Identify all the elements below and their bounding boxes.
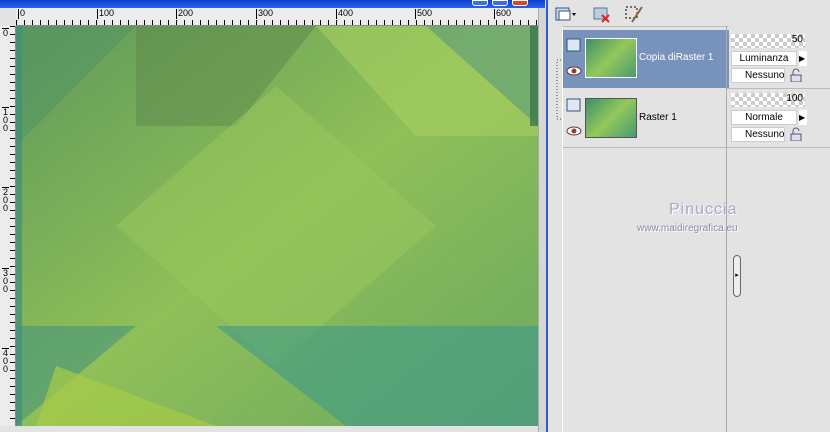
ruler-label: 300: [256, 8, 274, 19]
ruler-label: 3 0 0: [2, 268, 9, 294]
image-canvas[interactable]: [16, 26, 538, 426]
layer-thumbnail: [585, 98, 637, 138]
maximize-button[interactable]: [492, 0, 508, 6]
layer-row-copia-diraster-1[interactable]: Copia diRaster 1: [563, 30, 729, 88]
layers-panel: Copia diRaster 1 Raster 1 Pinuccia www.m…: [546, 0, 830, 432]
ruler-label: 0: [18, 8, 26, 19]
lock-icon[interactable]: [789, 68, 803, 82]
opacity-slider[interactable]: 50: [731, 34, 805, 48]
mask-select[interactable]: Nessuno: [731, 127, 785, 142]
raster-layer-icon: [566, 38, 581, 52]
mask-value: Nessuno: [745, 129, 785, 140]
ruler-label: 500: [415, 8, 433, 19]
opacity-slider[interactable]: 100: [731, 93, 805, 107]
ruler-label: 200: [176, 8, 194, 19]
mask-value: Nessuno: [745, 70, 785, 81]
ruler-label: 1 0 0: [2, 107, 9, 133]
new-layer-icon: [555, 7, 576, 21]
raster-layer-icon: [566, 98, 581, 112]
window-titlebar: [0, 0, 545, 8]
blend-mode-select[interactable]: Normale: [731, 110, 797, 125]
layer-name: Copia diRaster 1: [639, 52, 714, 63]
blend-mode-arrow-icon[interactable]: ▶: [799, 110, 807, 125]
layer-properties: 50 Luminanza ▶ Nessuno 100 Normale ▶ Nes…: [726, 26, 830, 432]
close-button[interactable]: [512, 0, 528, 6]
opacity-value: 100: [786, 93, 803, 104]
group-bracket: [556, 59, 561, 120]
visibility-eye-icon[interactable]: [566, 64, 582, 78]
layer-name: Raster 1: [639, 112, 677, 123]
edit-selection-button[interactable]: [624, 4, 644, 24]
layer-list: Copia diRaster 1 Raster 1 Pinuccia www.m…: [556, 26, 741, 432]
mask-select[interactable]: Nessuno: [731, 68, 785, 83]
ruler-label: 100: [97, 8, 115, 19]
ruler-label: 2 0 0: [2, 187, 9, 213]
delete-layer-icon: [593, 7, 610, 23]
layer-thumbnail: [585, 38, 637, 78]
vertical-ruler: 0 1 0 0 2 0 0 3 0 0 4 0 0: [0, 26, 16, 426]
delete-layer-button[interactable]: [592, 4, 612, 24]
watermark-site: www.maidiregrafica.eu: [637, 223, 738, 234]
blend-mode-arrow-icon[interactable]: ▶: [799, 51, 807, 66]
new-layer-button[interactable]: [554, 4, 576, 24]
ruler-label: 600: [494, 8, 512, 19]
ruler-label: 400: [336, 8, 354, 19]
minimize-button[interactable]: [472, 0, 488, 6]
layer-row-raster-1[interactable]: Raster 1: [563, 90, 729, 148]
lock-icon[interactable]: [789, 127, 803, 141]
opacity-value: 50: [791, 34, 803, 45]
ruler-label: 4 0 0: [2, 348, 9, 374]
visibility-eye-icon[interactable]: [566, 124, 582, 138]
horizontal-ruler: 0 100 200 300 400 500 600: [16, 8, 540, 26]
blend-mode-select[interactable]: Luminanza: [731, 51, 797, 66]
ruler-label: 0: [2, 28, 9, 38]
edit-selection-icon: [625, 6, 643, 23]
vertical-scrollbar[interactable]: [538, 8, 546, 432]
